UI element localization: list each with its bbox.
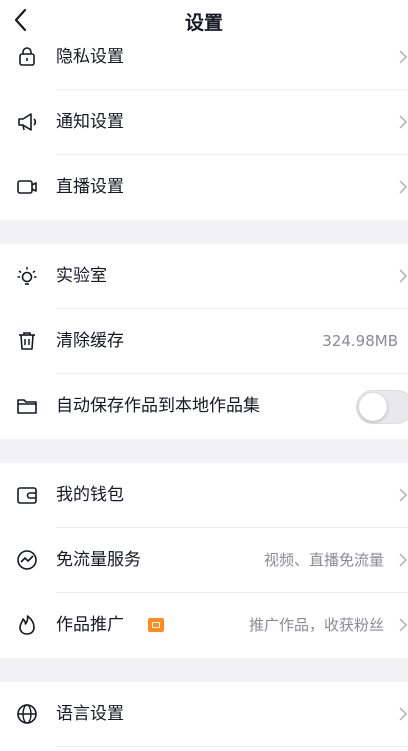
divider	[56, 746, 408, 747]
nav-bar: 设置	[0, 0, 408, 40]
chevron-right-icon	[399, 488, 408, 502]
lock-icon	[19, 47, 35, 66]
section-separator	[0, 220, 408, 244]
settings-item-promotion[interactable]: 作品推广 推广作品，收获粉丝	[0, 593, 408, 658]
chevron-right-icon	[399, 553, 408, 567]
settings-item-free-traffic[interactable]: 免流量服务 视频、直播免流量	[0, 528, 408, 593]
settings-item-label: 清除缓存	[56, 331, 124, 351]
chevron-right-icon	[399, 180, 408, 194]
toggle-knob	[359, 393, 387, 421]
settings-item-label: 实验室	[56, 266, 107, 286]
section-separator	[0, 439, 408, 463]
chevron-right-icon	[399, 115, 408, 129]
wallet-icon	[17, 487, 37, 504]
settings-item-label: 我的钱包	[56, 485, 124, 505]
folder-icon	[17, 399, 37, 414]
flame-icon	[19, 615, 35, 635]
settings-item-label: 直播设置	[56, 177, 124, 197]
settings-group-services: 我的钱包 免流量服务 视频、直播免流量 作品推广 推广作品，收获粉丝	[0, 463, 408, 658]
chevron-right-icon	[399, 269, 408, 283]
settings-item-label: 免流量服务	[56, 550, 141, 570]
promotion-value: 推广作品，收获粉丝	[248, 616, 384, 634]
lightbulb-icon	[17, 267, 37, 285]
chevron-right-icon	[399, 618, 408, 632]
settings-item-label: 语言设置	[56, 704, 124, 724]
video-camera-icon	[17, 180, 37, 194]
settings-item-notifications[interactable]: 通知设置	[0, 90, 408, 155]
ticket-badge-icon	[148, 618, 164, 632]
chevron-right-icon	[399, 50, 408, 64]
settings-item-auto-save: 自动保存作品到本地作品集	[0, 374, 408, 439]
trash-icon	[19, 332, 35, 350]
settings-list: 隐私设置 通知设置 直播设置 实验室 清除缓存 324.98MB 自动保存作品到…	[0, 25, 408, 747]
settings-item-clear-cache[interactable]: 清除缓存 324.98MB	[0, 309, 408, 374]
settings-item-label: 作品推广	[56, 615, 124, 635]
settings-item-label: 自动保存作品到本地作品集	[56, 396, 260, 416]
settings-item-label: 隐私设置	[56, 47, 124, 67]
chevron-right-icon	[399, 707, 408, 721]
traffic-icon	[17, 550, 37, 570]
page-title: 设置	[184, 12, 223, 34]
section-separator	[0, 658, 408, 682]
settings-group-account: 隐私设置 通知设置 直播设置	[0, 25, 408, 220]
settings-item-label: 通知设置	[56, 112, 124, 132]
settings-item-wallet[interactable]: 我的钱包	[0, 463, 408, 528]
free-traffic-value: 视频、直播免流量	[263, 551, 384, 569]
settings-group-general: 实验室 清除缓存 324.98MB 自动保存作品到本地作品集	[0, 244, 408, 439]
settings-item-live[interactable]: 直播设置	[0, 155, 408, 220]
globe-icon	[17, 704, 37, 724]
settings-item-lab[interactable]: 实验室	[0, 244, 408, 309]
settings-item-language[interactable]: 语言设置	[0, 682, 408, 747]
auto-save-toggle[interactable]	[356, 390, 408, 424]
cache-size-value: 324.98MB	[322, 332, 398, 350]
megaphone-icon	[18, 113, 37, 131]
settings-group-language: 语言设置	[0, 682, 408, 747]
